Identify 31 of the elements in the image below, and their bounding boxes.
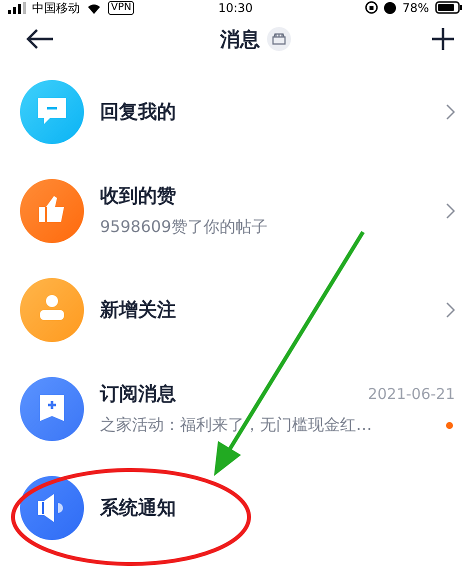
item-title: 订阅消息 (100, 382, 176, 407)
wifi-icon (86, 2, 102, 14)
clock: 10:30 (218, 0, 253, 14)
message-row[interactable]: 回复我的 (0, 62, 471, 161)
battery-percent: 78% (402, 0, 430, 14)
message-row[interactable]: 收到的赞 9598609赞了你的帖子 (0, 161, 471, 260)
message-date: 2021-06-21 (368, 385, 455, 403)
message-preview: 9598609赞了你的帖子 (100, 217, 268, 238)
back-button[interactable] (26, 28, 54, 50)
battery-icon (435, 1, 464, 14)
shop-icon[interactable] (267, 27, 291, 51)
item-title: 收到的赞 (100, 184, 176, 209)
person-icon (20, 278, 84, 342)
speaker-icon (20, 476, 84, 540)
bookmark-plus-icon (20, 376, 84, 440)
moon-icon (384, 2, 396, 14)
message-preview: 之家活动：福利来了，无门槛现金红… (100, 415, 372, 436)
carrier-name: 中国移动 (32, 0, 80, 14)
page-title: 消息 (220, 26, 260, 52)
add-button[interactable] (431, 27, 455, 51)
item-title: 回复我的 (100, 100, 176, 124)
thumbs-up-icon (20, 178, 84, 242)
message-row[interactable]: 订阅消息 2021-06-21 之家活动：福利来了，无门槛现金红… (0, 359, 471, 458)
vpn-badge: VPN (108, 0, 134, 14)
item-title: 新增关注 (100, 298, 176, 322)
lock-rotation-icon (365, 1, 378, 14)
message-row[interactable]: 系统通知 (0, 458, 471, 557)
message-row[interactable]: 新增关注 (0, 260, 471, 359)
chat-bubble-icon (20, 80, 84, 144)
signal-icon (8, 2, 26, 14)
item-title: 系统通知 (100, 496, 176, 520)
